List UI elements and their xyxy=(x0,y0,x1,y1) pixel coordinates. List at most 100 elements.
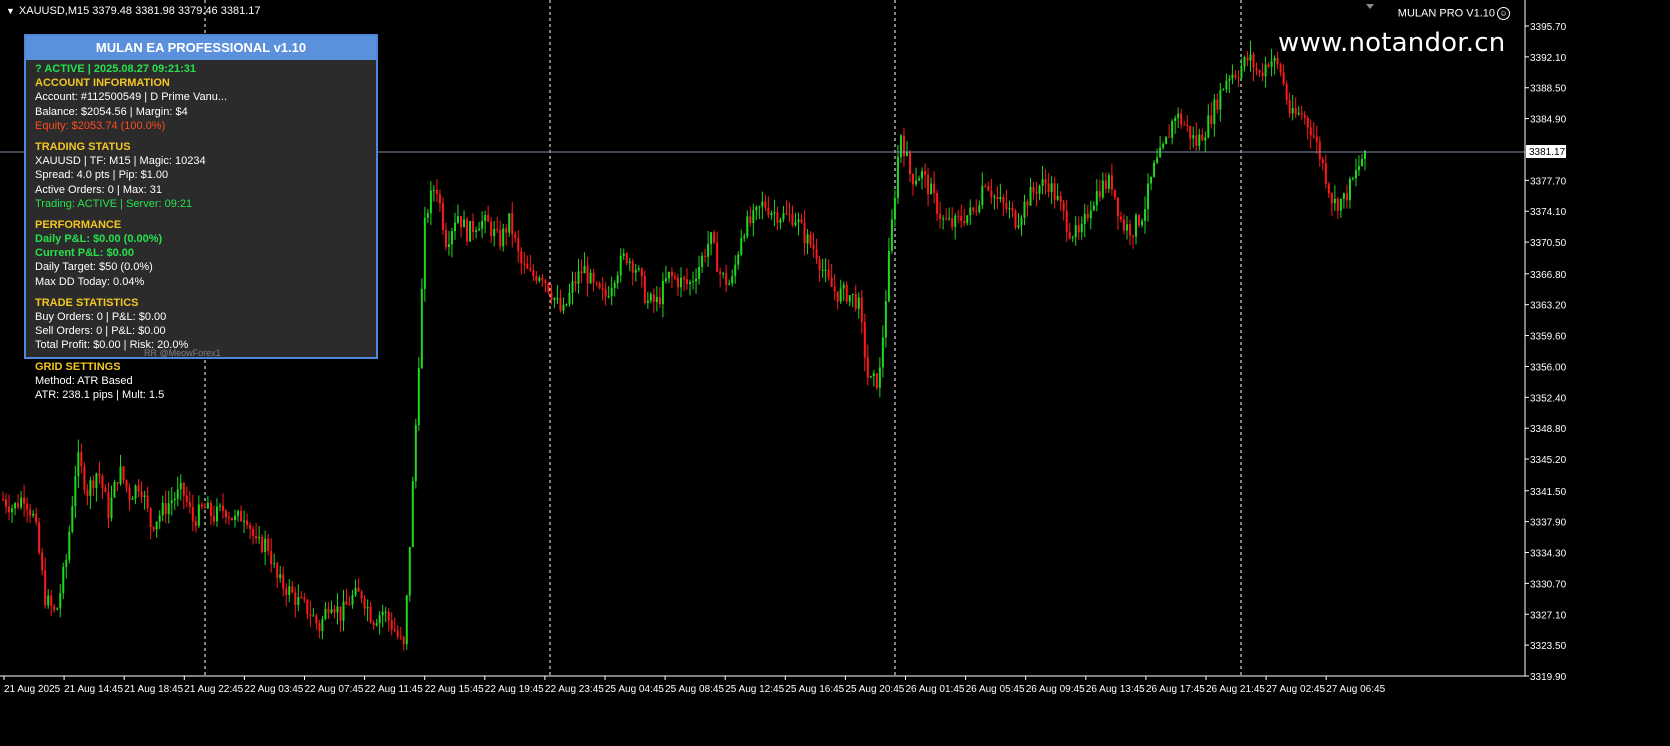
candle-down xyxy=(785,213,788,215)
candle-down xyxy=(348,604,351,606)
candle-up xyxy=(131,498,134,500)
candle-down xyxy=(1252,54,1255,68)
candle-up xyxy=(649,294,652,301)
candle-down xyxy=(1282,72,1285,85)
candle-down xyxy=(803,222,806,244)
candle-down xyxy=(294,592,297,605)
candle-up xyxy=(366,606,369,609)
candle-up xyxy=(607,296,610,298)
candle-up xyxy=(978,205,981,212)
candle-down xyxy=(128,487,131,500)
candle-up xyxy=(1225,80,1228,90)
candle-up xyxy=(408,546,411,596)
time-tick-label: 25 Aug 20:45 xyxy=(845,684,904,695)
ea-name-label[interactable]: MULAN PRO V1.10 ☺ xyxy=(1398,7,1510,20)
price-tick-label: 3366.80 xyxy=(1530,270,1567,281)
price-tick-label: 3356.00 xyxy=(1530,362,1567,373)
candle-up xyxy=(324,608,327,620)
candle-up xyxy=(1198,134,1201,146)
candle-down xyxy=(26,503,29,510)
candle-down xyxy=(194,521,197,526)
candle-down xyxy=(1062,202,1065,211)
candle-down xyxy=(559,298,562,311)
candle-up xyxy=(701,255,704,267)
candle-down xyxy=(526,263,529,269)
candle-up xyxy=(508,213,511,233)
candle-up xyxy=(848,295,851,302)
candle-down xyxy=(240,511,243,522)
candle-down xyxy=(1261,72,1264,77)
candle-up xyxy=(176,489,179,499)
candle-up xyxy=(568,292,571,305)
candle-down xyxy=(704,255,707,257)
candle-down xyxy=(496,228,499,230)
chevron-down-icon[interactable]: ▼ xyxy=(6,6,15,16)
current-pl-line: Current P&L: $0.00 xyxy=(35,247,135,260)
candle-down xyxy=(92,480,95,489)
time-tick-label: 26 Aug 01:45 xyxy=(906,684,965,695)
daily-target-line: Daily Target: $50 (0.0%) xyxy=(35,261,153,274)
candle-down xyxy=(908,152,911,174)
candle-up xyxy=(857,297,860,309)
candle-down xyxy=(390,620,393,630)
candle-down xyxy=(1011,208,1014,211)
candle-down xyxy=(957,215,960,217)
candle-up xyxy=(264,538,267,552)
candle-up xyxy=(797,219,800,223)
candle-down xyxy=(41,552,44,571)
candle-down xyxy=(1068,231,1071,239)
time-tick-label: 25 Aug 04:45 xyxy=(605,684,664,695)
candle-down xyxy=(1318,141,1321,160)
candle-up xyxy=(351,595,354,605)
candle-up xyxy=(411,481,414,547)
candle-down xyxy=(487,215,490,222)
candle-down xyxy=(1044,179,1047,184)
candle-down xyxy=(396,630,399,637)
candle-up xyxy=(679,277,682,288)
candle-down xyxy=(152,527,155,530)
candle-up xyxy=(1092,205,1095,211)
candle-down xyxy=(1183,124,1186,126)
candle-down xyxy=(1032,186,1035,192)
candle-up xyxy=(743,236,746,239)
candle-up xyxy=(661,281,664,305)
time-tick-label: 25 Aug 08:45 xyxy=(665,684,724,695)
candle-down xyxy=(224,510,227,518)
candle-down xyxy=(2,499,4,501)
candle-up xyxy=(851,293,854,296)
candle-up xyxy=(824,269,827,271)
candle-up xyxy=(628,261,631,264)
candle-up xyxy=(752,210,755,224)
method-line: Method: ATR Based xyxy=(35,374,133,387)
candle-down xyxy=(50,595,53,606)
candle-up xyxy=(1071,237,1074,239)
candle-down xyxy=(363,598,366,609)
candle-down xyxy=(1086,213,1089,219)
candle-up xyxy=(417,367,420,425)
candle-up xyxy=(62,567,65,594)
candle-up xyxy=(1333,198,1336,204)
candle-down xyxy=(306,599,309,615)
candle-up xyxy=(734,264,737,277)
candle-up xyxy=(779,219,782,223)
candle-up xyxy=(336,606,339,613)
candle-up xyxy=(722,273,725,275)
candle-down xyxy=(149,508,152,528)
candle-down xyxy=(1110,175,1113,190)
candle-up xyxy=(1141,220,1144,225)
candle-down xyxy=(927,174,930,195)
daily-pl-line: Daily P&L: $0.00 (0.00%) xyxy=(35,233,163,246)
candle-down xyxy=(86,489,89,496)
time-tick-label: 22 Aug 07:45 xyxy=(305,684,364,695)
candle-up xyxy=(1351,178,1354,180)
candle-down xyxy=(203,506,206,509)
candle-down xyxy=(749,216,752,224)
candle-down xyxy=(1059,195,1062,203)
candle-down xyxy=(1065,210,1068,232)
candle-up xyxy=(155,521,158,530)
candle-up xyxy=(930,183,933,195)
candle-down xyxy=(939,213,942,219)
candle-up xyxy=(502,228,505,247)
candle-down xyxy=(875,373,878,388)
price-tick-label: 3363.20 xyxy=(1530,301,1567,312)
